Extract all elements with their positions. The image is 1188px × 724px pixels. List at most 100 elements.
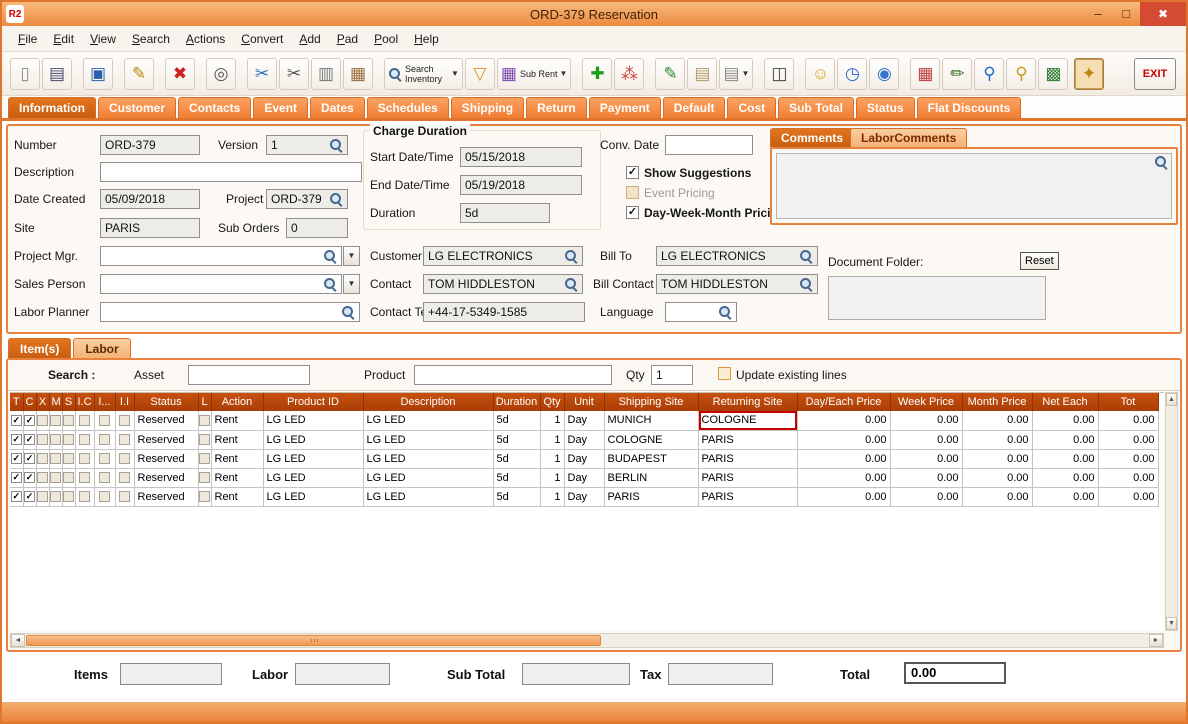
x-checkbox[interactable] [37, 453, 48, 464]
bill-contact-field[interactable]: TOM HIDDLESTON [656, 274, 818, 294]
cell-x[interactable] [36, 449, 49, 468]
cell-net-each[interactable]: 0.00 [1032, 468, 1098, 487]
ic-checkbox[interactable] [79, 434, 90, 445]
tab-shipping[interactable]: Shipping [451, 97, 524, 118]
x-checkbox[interactable] [37, 472, 48, 483]
tab-item-s[interactable]: Item(s) [8, 338, 71, 358]
exit-button[interactable]: EXIT [1134, 58, 1176, 90]
table-row[interactable]: ReservedRentLG LEDLG LED5d1DayMUNICHCOLO… [10, 411, 1158, 430]
scroll-up-icon[interactable]: ▲ [1166, 393, 1177, 406]
version-lookup-icon[interactable] [329, 138, 343, 152]
m-checkbox[interactable] [50, 472, 61, 483]
labor-planner-field[interactable] [100, 302, 360, 322]
cell-tot[interactable]: 0.00 [1098, 430, 1158, 449]
event-pricing-checkbox[interactable] [626, 186, 639, 199]
table-row[interactable]: ReservedRentLG LEDLG LED5d1DayPARISPARIS… [10, 487, 1158, 506]
ic-checkbox[interactable] [79, 453, 90, 464]
cell-description[interactable]: LG LED [363, 411, 493, 430]
cell-status[interactable]: Reserved [134, 449, 198, 468]
cell-returning-site[interactable]: PARIS [698, 468, 797, 487]
s-checkbox[interactable] [63, 491, 74, 502]
description-field[interactable] [100, 162, 362, 182]
tab-schedules[interactable]: Schedules [367, 97, 449, 118]
x-checkbox[interactable] [37, 491, 48, 502]
menu-convert[interactable]: Convert [233, 29, 291, 49]
contact-tel-field[interactable]: +44-17-5349-1585 [423, 302, 585, 322]
print-preview-button[interactable]: ◫ [764, 58, 794, 90]
vertical-scrollbar[interactable]: ▲ ▼ [1165, 392, 1178, 631]
column-header-t[interactable]: T [10, 393, 23, 411]
cell-s[interactable] [62, 430, 75, 449]
menu-edit[interactable]: Edit [45, 29, 82, 49]
m-checkbox[interactable] [50, 434, 61, 445]
column-header-product-id[interactable]: Product ID [263, 393, 363, 411]
tab-dates[interactable]: Dates [310, 97, 365, 118]
bill-to-field[interactable]: LG ELECTRONICS [656, 246, 818, 266]
ic-checkbox[interactable] [79, 415, 90, 426]
cell-c[interactable] [23, 430, 36, 449]
column-header-net-each[interactable]: Net Each [1032, 393, 1098, 411]
m-checkbox[interactable] [50, 415, 61, 426]
cell-duration[interactable]: 5d [493, 430, 540, 449]
cell-t[interactable] [10, 449, 23, 468]
cell-s[interactable] [62, 468, 75, 487]
tab-sub-total[interactable]: Sub Total [778, 97, 854, 118]
cell-ic[interactable] [75, 468, 94, 487]
cell-returning-site[interactable]: PARIS [698, 430, 797, 449]
cell-ic[interactable] [75, 411, 94, 430]
asset-input[interactable] [188, 365, 310, 385]
t-checkbox[interactable] [11, 472, 22, 483]
cell-s[interactable] [62, 411, 75, 430]
cell-x[interactable] [36, 411, 49, 430]
tab-flat-discounts[interactable]: Flat Discounts [917, 97, 1022, 118]
tab-customer[interactable]: Customer [98, 97, 176, 118]
menu-file[interactable]: File [10, 29, 45, 49]
ii-checkbox[interactable] [119, 491, 130, 502]
cell-ii[interactable] [115, 411, 134, 430]
cell-net-each[interactable]: 0.00 [1032, 449, 1098, 468]
site-field[interactable]: PARIS [100, 218, 200, 238]
fill-button[interactable]: ▽ [465, 58, 495, 90]
cubes-button[interactable]: ▦ [910, 58, 940, 90]
memo-stack-button[interactable]: ▤▼ [719, 58, 753, 90]
cell-tot[interactable]: 0.00 [1098, 411, 1158, 430]
comments-lookup-icon[interactable] [1154, 155, 1168, 169]
cell-week-price[interactable]: 0.00 [890, 430, 962, 449]
sales-person-field[interactable] [100, 274, 342, 294]
cell-month-price[interactable]: 0.00 [962, 487, 1032, 506]
table-row[interactable]: ReservedRentLG LEDLG LED5d1DayBUDAPESTPA… [10, 449, 1158, 468]
end-date-field[interactable]: 05/19/2018 [460, 175, 582, 195]
conv-date-field[interactable] [665, 135, 753, 155]
cell-tot[interactable]: 0.00 [1098, 468, 1158, 487]
cell-action[interactable]: Rent [211, 468, 263, 487]
column-header-tot[interactable]: Tot [1098, 393, 1158, 411]
menu-help[interactable]: Help [406, 29, 447, 49]
column-header-unit[interactable]: Unit [564, 393, 604, 411]
cell-ic[interactable] [75, 449, 94, 468]
show-suggestions-checkbox[interactable] [626, 166, 639, 179]
column-header-i-i[interactable]: I.I [115, 393, 134, 411]
c-checkbox[interactable] [24, 415, 35, 426]
sub-rent-button[interactable]: ▦Sub Rent▼ [497, 58, 572, 90]
cell-day-each-price[interactable]: 0.00 [797, 430, 890, 449]
tab-return[interactable]: Return [526, 97, 587, 118]
ic-checkbox[interactable] [79, 472, 90, 483]
copy-button[interactable]: ▥ [311, 58, 341, 90]
edit-button[interactable]: ✎ [124, 58, 154, 90]
cell-shipping-site[interactable]: MUNICH [604, 411, 698, 430]
cell-product-id[interactable]: LG LED [263, 487, 363, 506]
paste-button[interactable]: ▦ [343, 58, 373, 90]
cell-c[interactable] [23, 468, 36, 487]
menu-pool[interactable]: Pool [366, 29, 406, 49]
menu-actions[interactable]: Actions [178, 29, 233, 49]
horizontal-scrollbar[interactable]: ◄ ► [10, 633, 1164, 648]
column-header-c[interactable]: C [23, 393, 36, 411]
dwm-pricing-checkbox[interactable] [626, 206, 639, 219]
cell-x[interactable] [36, 468, 49, 487]
cell-month-price[interactable]: 0.00 [962, 430, 1032, 449]
qty-input[interactable]: 1 [651, 365, 693, 385]
cell-week-price[interactable]: 0.00 [890, 411, 962, 430]
cell-action[interactable]: Rent [211, 411, 263, 430]
cell-day-each-price[interactable]: 0.00 [797, 411, 890, 430]
comments-textarea[interactable] [776, 153, 1172, 219]
